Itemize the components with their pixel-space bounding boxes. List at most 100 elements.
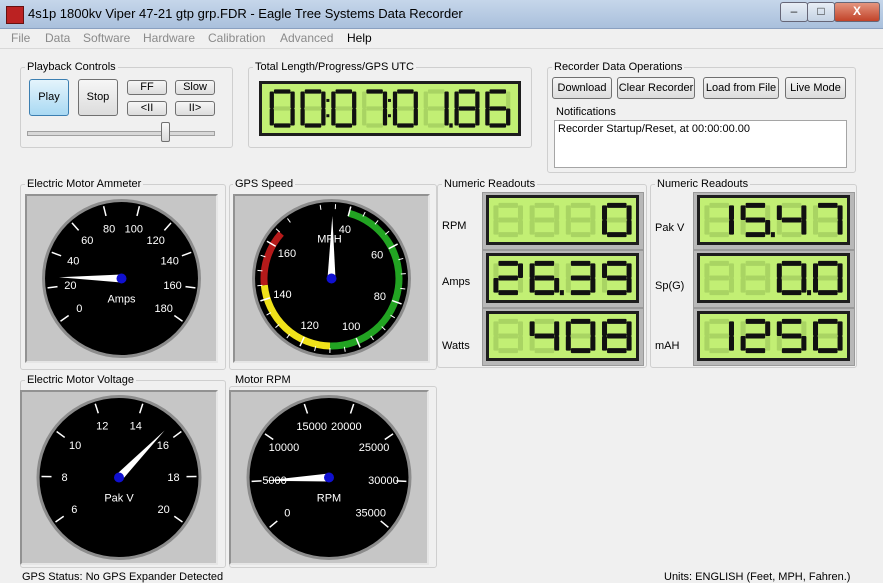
- lcd-segment: [627, 321, 632, 336]
- readout-rpm-label: RPM: [442, 220, 466, 232]
- readout-mah-label: mAH: [655, 340, 679, 352]
- download-button[interactable]: Download: [552, 77, 612, 99]
- lcd-segment: [506, 109, 510, 126]
- readout-watts-label: Watts: [442, 340, 470, 352]
- minimize-button[interactable]: –: [780, 2, 808, 22]
- playback-slider-track[interactable]: [27, 131, 215, 136]
- lcd-segment: [414, 92, 418, 109]
- readout-watts-display: [486, 311, 639, 361]
- readout-rpm-digits: [489, 198, 636, 242]
- menu-help[interactable]: Help: [347, 31, 372, 45]
- lcd-segment: [571, 261, 591, 266]
- lcd-segment: [590, 336, 595, 351]
- menu-hardware[interactable]: Hardware: [143, 31, 195, 45]
- lcd-segment: [366, 89, 383, 93]
- lcd-segment: [729, 263, 734, 278]
- load-from-file-button[interactable]: Load from File: [703, 77, 779, 99]
- readout-rpm-display: [486, 195, 639, 245]
- lcd-segment: [746, 203, 766, 208]
- gauge-tick-label: 15000: [296, 421, 327, 433]
- readout-mah-display: [697, 311, 850, 361]
- lcd-segment: [493, 321, 498, 336]
- lcd-segment: [290, 92, 294, 109]
- voltage-title: Electric Motor Voltage: [25, 374, 136, 386]
- lcd-segment: [366, 106, 383, 110]
- lcd-segment: [566, 263, 571, 278]
- progress-title: Total Length/Progress/GPS UTC: [253, 61, 416, 73]
- lcd-segment: [566, 220, 571, 235]
- lcd-segment: [362, 92, 366, 109]
- readout-mah-digits: [700, 314, 847, 358]
- gauge-tick-label: 18: [167, 472, 179, 484]
- step-back-button[interactable]: <II: [127, 101, 167, 116]
- lcd-segment: [602, 263, 607, 278]
- lcd-segment: [428, 89, 445, 93]
- stop-button[interactable]: Stop: [78, 79, 118, 116]
- units-status-text: Units: ENGLISH (Feet, MPH, Fahren.): [664, 571, 850, 583]
- step-forward-button[interactable]: II>: [175, 101, 215, 116]
- gauge-tick-label: 80: [374, 291, 386, 303]
- lcd-segment: [818, 290, 838, 295]
- lcd-segment: [813, 263, 818, 278]
- lcd-segment: [530, 336, 535, 351]
- lcd-segment: [498, 217, 518, 222]
- lcd-segment: [765, 205, 770, 220]
- lcd-segment: [741, 321, 746, 336]
- lcd-segment: [475, 109, 479, 126]
- menu-bar: File Data Software Hardware Calibration …: [0, 29, 883, 49]
- gauge-tick-label: 16: [157, 440, 169, 452]
- lcd-segment: [493, 205, 498, 220]
- gauge-minor-tick: [257, 270, 262, 271]
- menu-advanced[interactable]: Advanced: [280, 31, 333, 45]
- lcd-segment: [813, 278, 818, 293]
- lcd-segment: [535, 275, 555, 280]
- gauge-tick-label: 120: [301, 320, 319, 332]
- lcd-segment: [765, 278, 770, 293]
- menu-data[interactable]: Data: [45, 31, 70, 45]
- lcd-segment: [818, 333, 838, 338]
- maximize-button[interactable]: □: [807, 2, 835, 22]
- lcd-segment: [530, 321, 535, 336]
- lcd-segment: [765, 321, 770, 336]
- lcd-segment: [782, 261, 802, 266]
- menu-software[interactable]: Software: [83, 31, 130, 45]
- gauge-tick-label: 25000: [359, 442, 390, 454]
- lcd-colon: [388, 114, 391, 117]
- lcd-segment: [428, 123, 445, 127]
- lcd-segment: [746, 319, 766, 324]
- lcd-segment: [782, 275, 802, 280]
- lcd-segment: [746, 275, 766, 280]
- slow-button[interactable]: Slow: [175, 80, 215, 95]
- lcd-segment: [801, 336, 806, 351]
- lcd-segment: [709, 232, 729, 237]
- gauge-tick-label: 35000: [355, 508, 386, 520]
- lcd-segment: [746, 232, 766, 237]
- gauge-tick-label: 120: [147, 235, 165, 247]
- lcd-segment: [777, 220, 782, 235]
- live-mode-button[interactable]: Live Mode: [785, 77, 846, 99]
- menu-file[interactable]: File: [11, 31, 30, 45]
- lcd-segment: [397, 106, 414, 110]
- fast-forward-button[interactable]: FF: [127, 80, 167, 95]
- lcd-segment: [321, 109, 325, 126]
- playback-slider-thumb[interactable]: [161, 122, 170, 142]
- lcd-segment: [627, 278, 632, 293]
- clear-recorder-button[interactable]: Clear Recorder: [617, 77, 695, 99]
- readout-pakv-display: [697, 195, 850, 245]
- gauge-tick-label: 0: [284, 508, 290, 520]
- play-button[interactable]: Play: [29, 79, 69, 116]
- lcd-segment: [305, 106, 322, 110]
- lcd-segment: [506, 92, 510, 109]
- lcd-segment: [741, 263, 746, 278]
- readout-spg-display: [697, 253, 850, 303]
- menu-calibration[interactable]: Calibration: [208, 31, 265, 45]
- lcd-segment: [459, 89, 476, 93]
- notification-message: Recorder Startup/Reset, at 00:00:00.00: [558, 123, 750, 135]
- lcd-segment: [602, 336, 607, 351]
- lcd-segment: [704, 278, 709, 293]
- lcd-segment: [729, 220, 734, 235]
- lcd-segment: [393, 109, 397, 126]
- close-button[interactable]: X: [834, 2, 880, 22]
- lcd-segment: [274, 123, 291, 127]
- lcd-segment: [704, 263, 709, 278]
